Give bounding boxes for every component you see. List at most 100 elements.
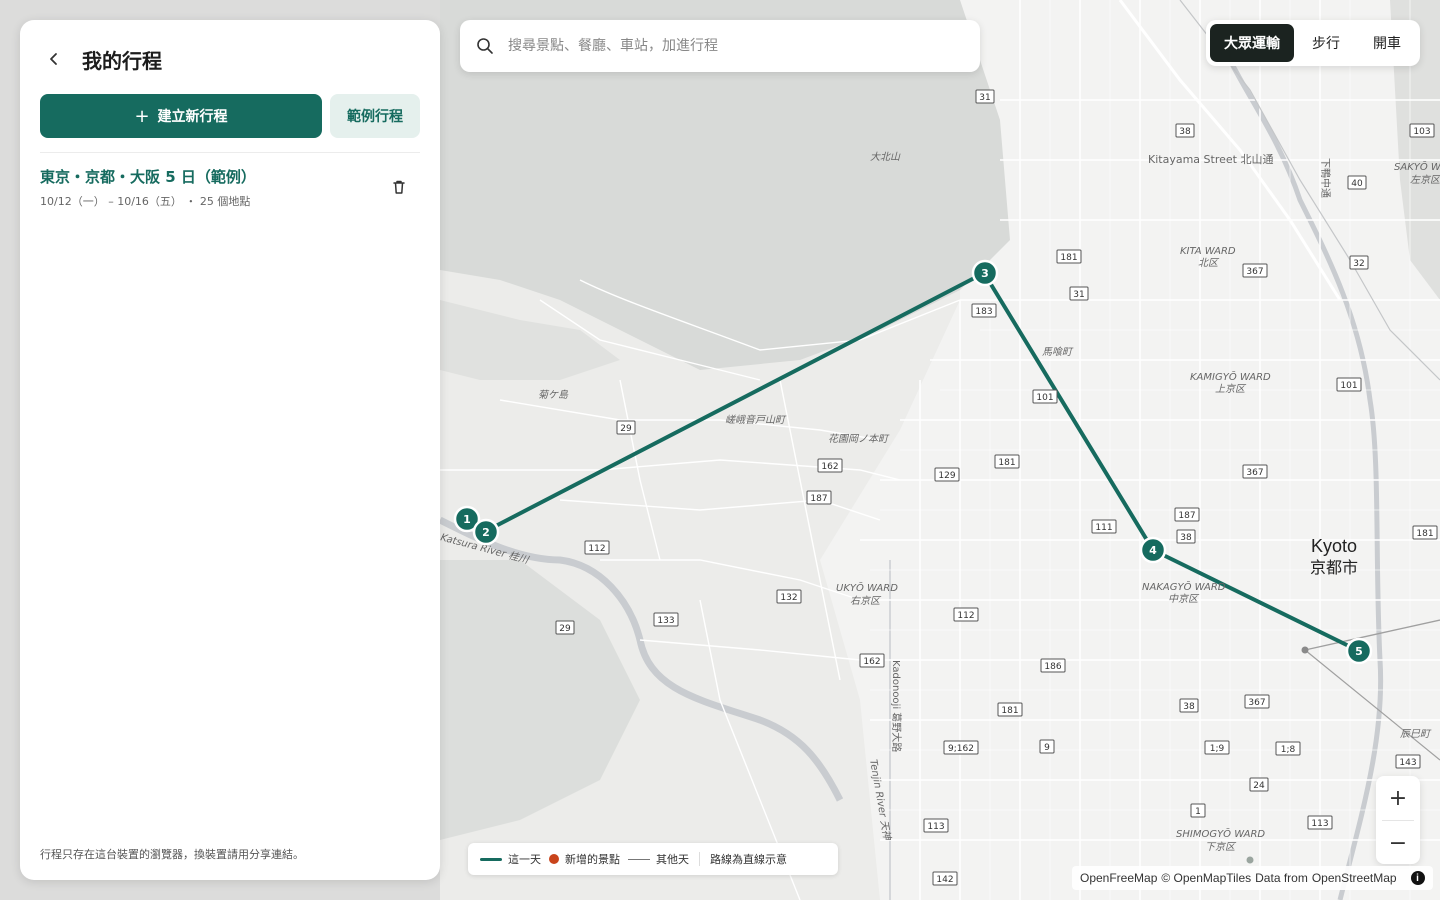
road-shield: 183: [975, 307, 992, 317]
trip-place-count: ・ 25 個地點: [185, 195, 251, 208]
trip-list-item[interactable]: 東京・京都・大阪 5 日（範例） 10/12（一） – 10/16（五） ・ 2…: [40, 166, 420, 210]
road-shield: 40: [1351, 179, 1363, 189]
place-label: 花園岡ノ本町: [828, 433, 890, 445]
road-shield: 29: [559, 624, 571, 634]
storage-note: 行程只存在這台裝置的瀏覽器，換裝置請用分享連結。: [40, 848, 304, 861]
road-shield: 113: [1311, 819, 1328, 829]
stop-pin-5[interactable]: 5: [1345, 637, 1373, 665]
create-trip-label: 建立新行程: [157, 109, 228, 125]
mode-walk-button[interactable]: 步行: [1294, 24, 1358, 62]
road-shield: 113: [927, 822, 944, 832]
road-shield: 38: [1183, 702, 1195, 712]
road-shield: 112: [957, 611, 974, 621]
place-label: SAKYŌ WARD: [1394, 160, 1440, 173]
road-shield: 9: [1044, 743, 1050, 753]
route-line-swatch: [480, 857, 502, 861]
attribution-openfreemap-link[interactable]: OpenFreeMap: [1080, 871, 1157, 885]
stop-pin-2[interactable]: 2: [472, 518, 500, 546]
svg-text:2: 2: [482, 526, 490, 539]
road-shield: 187: [810, 494, 827, 504]
place-label: Kitayama Street 北山通: [1148, 153, 1273, 166]
new-spot-dot: [549, 854, 559, 864]
legend-divider: [699, 852, 700, 866]
road-shield: 181: [1001, 706, 1018, 716]
legend-other-days: 其他天: [628, 851, 689, 867]
road-shield: 101: [1036, 393, 1053, 403]
road-shield: 133: [657, 616, 674, 626]
place-label: 馬喰町: [1042, 346, 1074, 358]
city-label-local: 京都市: [1310, 558, 1358, 577]
place-label: Kadonooji 葛野大路: [890, 660, 903, 752]
mode-drive-button[interactable]: 開車: [1358, 24, 1416, 62]
trash-icon[interactable]: [390, 178, 408, 196]
road-shield: 367: [1246, 468, 1263, 478]
create-trip-button[interactable]: + 建立新行程: [40, 94, 322, 138]
sample-trip-button[interactable]: 範例行程: [330, 94, 420, 138]
attribution-osm-link[interactable]: OpenStreetMap: [1312, 871, 1397, 885]
place-label: 菊ケ島: [538, 389, 569, 401]
place-label: 上京区: [1215, 383, 1247, 395]
road-shield: 186: [1044, 662, 1061, 672]
road-shield: 181: [1416, 529, 1433, 539]
place-label: 大北山: [870, 151, 901, 163]
stop-pin-3[interactable]: 3: [971, 259, 999, 287]
back-button[interactable]: [40, 45, 68, 73]
zoom-out-button[interactable]: −: [1376, 821, 1420, 865]
place-label: 右京区: [850, 595, 882, 607]
chevron-left-icon: [50, 53, 57, 65]
road-shield: 32: [1353, 259, 1364, 269]
mode-transit-button[interactable]: 大眾運輸: [1210, 24, 1294, 62]
road-shield: 1;9: [1210, 744, 1225, 754]
place-label: 左京区: [1410, 174, 1440, 186]
legend-straight-line-note: 路線為直線示意: [710, 853, 787, 866]
road-shield: 181: [998, 458, 1015, 468]
road-shield: 111: [1095, 523, 1112, 533]
trip-meta: 10/12（一） – 10/16（五） ・ 25 個地點: [40, 193, 420, 209]
road-shield: 38: [1179, 127, 1191, 137]
road-shield: 132: [780, 593, 797, 603]
search-input[interactable]: [506, 37, 950, 55]
panel-header: 我的行程: [40, 44, 420, 74]
road-shield: 162: [821, 462, 838, 472]
stop-pin-4[interactable]: 4: [1139, 536, 1167, 564]
attribution-tiles-link[interactable]: © OpenMapTiles: [1161, 871, 1251, 885]
road-shield: 367: [1248, 698, 1265, 708]
road-shield: 187: [1178, 511, 1195, 521]
info-icon[interactable]: i: [1410, 871, 1425, 885]
road-shield: 24: [1253, 781, 1265, 791]
legend-new-spot: 新增的景點: [549, 851, 620, 867]
road-shield: 129: [938, 471, 955, 481]
road-shield: 31: [979, 93, 990, 103]
trip-dates: 10/12（一） – 10/16（五）: [40, 195, 182, 208]
svg-text:1: 1: [463, 513, 471, 526]
road-shield: 31: [1073, 290, 1084, 300]
svg-text:4: 4: [1149, 544, 1157, 557]
trip-title[interactable]: 東京・京都・大阪 5 日（範例）: [40, 166, 420, 187]
search-bar: [460, 20, 980, 72]
other-days-line-swatch: [628, 858, 650, 860]
place-label: 下鴨中通: [1319, 158, 1332, 198]
place-label: 中京区: [1168, 593, 1200, 605]
road-shield: 142: [936, 875, 953, 885]
attribution-data-from: Data from: [1255, 871, 1308, 885]
search-icon: [477, 38, 493, 54]
city-label-en: Kyoto: [1311, 536, 1357, 556]
zoom-in-button[interactable]: +: [1376, 776, 1420, 820]
road-shield: 181: [1060, 253, 1077, 263]
place-label: 辰巳町: [1400, 729, 1432, 740]
trips-panel: 我的行程 + 建立新行程 範例行程 東京・京都・大阪 5 日（範例） 10/12…: [20, 20, 440, 880]
road-shield: 162: [863, 657, 880, 667]
legend-this-day-label: 這一天: [508, 853, 541, 866]
road-shield: 29: [620, 424, 632, 434]
place-label: 北区: [1198, 257, 1220, 269]
road-shield: 38: [1180, 533, 1192, 543]
legend-new-spot-label: 新增的景點: [565, 853, 620, 866]
svg-text:5: 5: [1355, 645, 1363, 658]
map-attribution: OpenFreeMap © OpenMapTiles Data from Ope…: [1072, 866, 1433, 890]
road-shield: 9;162: [948, 744, 974, 754]
road-shield: 367: [1246, 267, 1263, 277]
road-shield: 143: [1399, 758, 1416, 768]
place-label: SHIMOGYŌ WARD: [1176, 827, 1265, 840]
panel-actions: + 建立新行程 範例行程: [40, 94, 420, 138]
svg-text:3: 3: [981, 267, 989, 280]
